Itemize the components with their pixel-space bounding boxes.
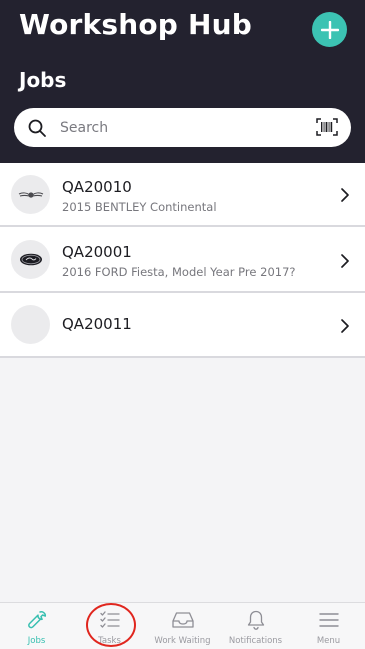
header: Workshop Hub Jobs (0, 0, 365, 163)
tab-notifications[interactable]: Notifications (219, 603, 292, 649)
bentley-logo (11, 175, 50, 214)
job-list: QA20010 2015 BENTLEY Continental QA20001… (0, 163, 365, 358)
chevron-right-icon (341, 254, 349, 268)
tab-tasks[interactable]: Tasks (73, 603, 146, 649)
job-row[interactable]: QA20001 2016 FORD Fiesta, Model Year Pre… (0, 227, 365, 293)
bell-icon (247, 610, 264, 630)
job-code: QA20011 (62, 315, 132, 333)
search-bar[interactable] (14, 108, 351, 147)
app-screen: Workshop Hub Jobs Search QA20010 2015 BE… (0, 0, 365, 649)
vehicle-description: 2016 FORD Fiesta, Model Year Pre 2017? (62, 265, 296, 279)
checklist-icon (99, 611, 120, 628)
job-row[interactable]: QA20011 (0, 293, 365, 358)
tab-bar: Jobs Tasks Work Waiting Notifications Me… (0, 602, 365, 649)
tab-label: Jobs (27, 636, 46, 646)
hamburger-icon (318, 613, 339, 627)
tab-menu[interactable]: Menu (292, 603, 365, 649)
barcode-scan-icon[interactable] (316, 118, 338, 136)
job-code: QA20001 (62, 243, 132, 261)
tab-jobs[interactable]: Jobs (0, 603, 73, 649)
ford-logo (11, 240, 50, 279)
search-icon (28, 119, 46, 137)
vehicle-description: 2015 BENTLEY Continental (62, 200, 217, 214)
tab-label: Tasks (98, 636, 121, 646)
tab-label: Notifications (228, 636, 283, 646)
tab-label: Menu (316, 636, 341, 646)
tab-work-waiting[interactable]: Work Waiting (146, 603, 219, 649)
inbox-icon (171, 612, 194, 628)
search-input[interactable] (60, 116, 310, 140)
chevron-right-icon (341, 319, 349, 333)
empty-logo-placeholder (11, 305, 50, 344)
tab-label: Work Waiting (154, 636, 211, 646)
chevron-right-icon (341, 188, 349, 202)
section-title: Jobs (19, 68, 67, 92)
job-row[interactable]: QA20010 2015 BENTLEY Continental (0, 163, 365, 227)
app-title: Workshop Hub (19, 8, 252, 41)
wrench-icon (27, 611, 46, 629)
plus-icon (320, 20, 339, 39)
add-job-button[interactable] (312, 12, 347, 47)
job-code: QA20010 (62, 178, 132, 196)
